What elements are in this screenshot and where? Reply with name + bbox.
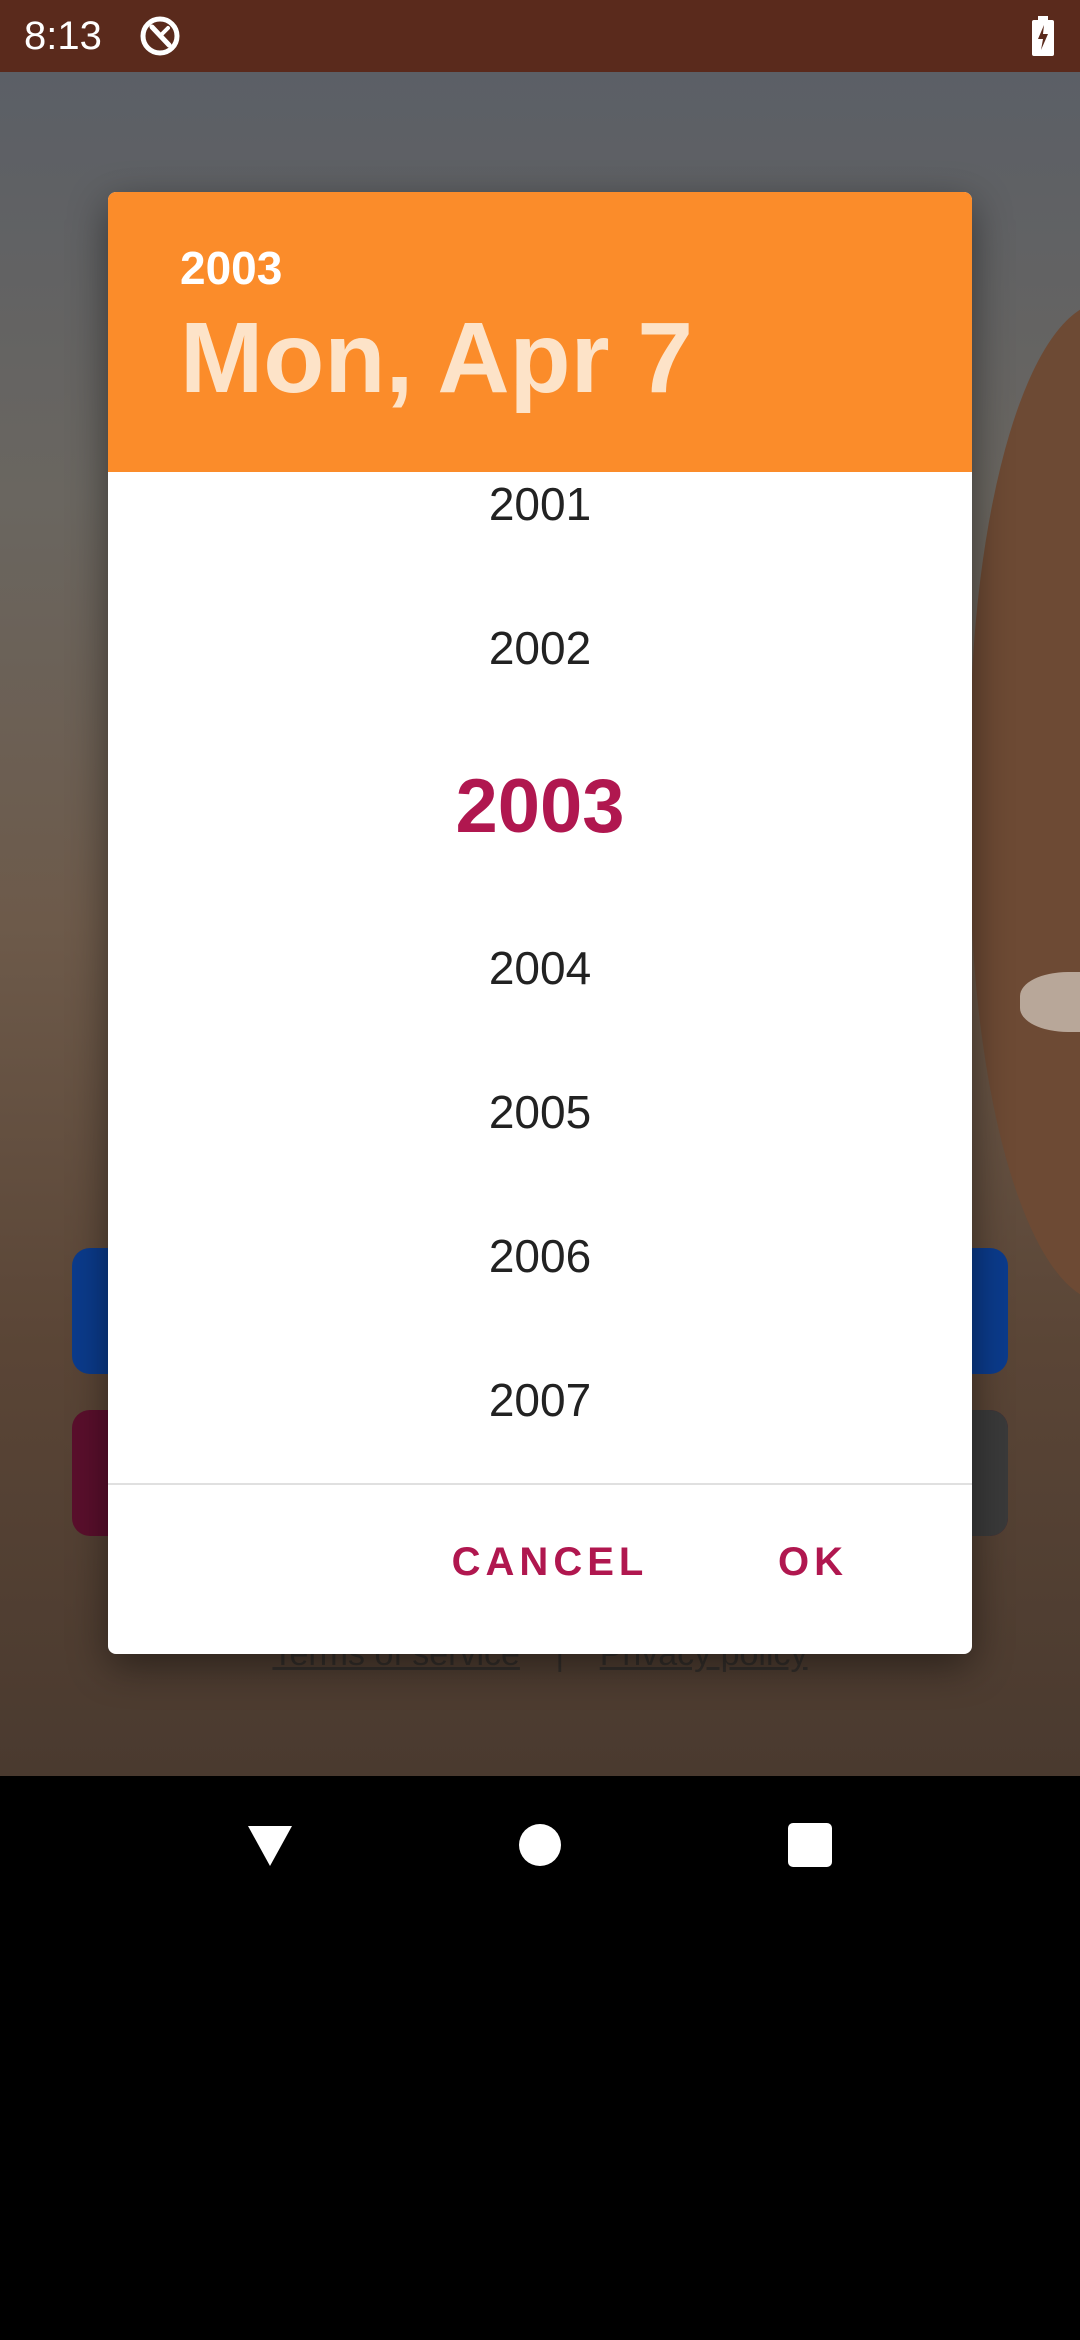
year-item-2001[interactable]: 2001 <box>108 432 972 576</box>
selected-year-label: 2003 <box>455 764 625 849</box>
status-time: 8:13 <box>24 14 102 58</box>
year-item-2006[interactable]: 2006 <box>108 1184 972 1328</box>
dialog-divider <box>108 1483 972 1485</box>
year-item-2005[interactable]: 2005 <box>108 1040 972 1184</box>
year-label: 2007 <box>488 1374 592 1426</box>
background-photo-person <box>970 302 1080 1302</box>
cancel-button[interactable]: CANCEL <box>430 1522 670 1602</box>
ok-button[interactable]: OK <box>748 1522 878 1602</box>
header-year[interactable]: 2003 <box>180 240 282 296</box>
year-item-2002[interactable]: 2002 <box>108 576 972 720</box>
year-item-2003-selected[interactable]: 2003 <box>108 735 972 879</box>
year-label: 2006 <box>488 1230 592 1282</box>
device-screen: 8:13 Terms of service | Privacy policy 2… <box>0 0 1080 2340</box>
year-label: 2005 <box>488 1086 592 1138</box>
year-item-2007[interactable]: 2007 <box>108 1328 972 1472</box>
back-triangle-icon[interactable] <box>246 1822 294 1870</box>
home-circle-icon[interactable] <box>518 1823 562 1867</box>
status-bar: 8:13 <box>0 0 1080 72</box>
sync-circle-icon <box>140 16 180 56</box>
year-label: 2001 <box>488 478 592 530</box>
header-date[interactable]: Mon, Apr 7 <box>180 300 693 416</box>
battery-charging-icon <box>1032 16 1054 56</box>
year-label: 2002 <box>488 622 592 674</box>
date-picker-dialog: 2003 Mon, Apr 7 2001 2002 2003 2004 2005… <box>108 192 972 1654</box>
year-item-2004[interactable]: 2004 <box>108 896 972 1040</box>
navigation-bar <box>0 1776 1080 1920</box>
year-list[interactable]: 2001 2002 2003 2004 2005 2006 2007 <box>108 472 972 1654</box>
recents-square-icon[interactable] <box>788 1823 832 1867</box>
year-label: 2004 <box>488 942 592 994</box>
date-picker-header: 2003 Mon, Apr 7 <box>108 192 972 472</box>
